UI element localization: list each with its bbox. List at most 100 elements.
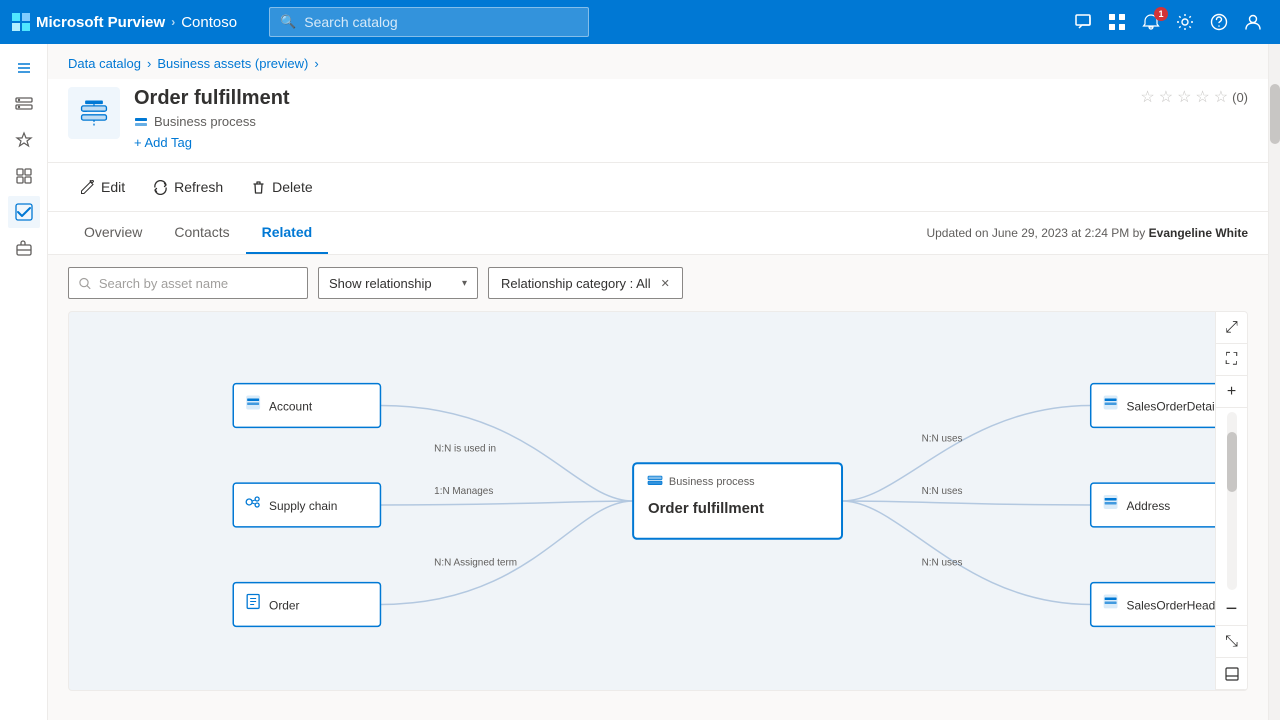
account-node-icon [246,396,260,410]
show-relationship-dropdown[interactable]: Show relationship ▾ [318,267,478,299]
star-1[interactable]: ☆ [1140,87,1154,107]
diagram-controls: ⤢ ⛶ + − ⤡ [1215,312,1247,690]
sidebar-item-management[interactable] [8,160,40,192]
filter-bar: Show relationship ▾ Relationship categor… [48,255,1268,311]
zoom-scrollbar [1227,412,1237,590]
sidebar-item-briefcase[interactable] [8,232,40,264]
order-node[interactable] [233,583,380,627]
breadcrumb-sep-1: › [147,56,151,71]
relationship-category-filter[interactable]: Relationship category : All ✕ [488,267,683,299]
top-nav: Microsoft Purview › Contoso 🔍 1 [0,0,1280,44]
asset-type-icon [134,115,148,129]
rating-count: (0) [1232,90,1248,105]
rating: ☆ ☆ ☆ ☆ ☆ (0) [1140,87,1248,107]
address-node-label: Address [1127,499,1171,513]
edit-icon [80,180,95,195]
asset-type: Business process [134,114,1140,129]
asset-search[interactable] [68,267,308,299]
edit-button[interactable]: Edit [68,173,137,201]
reset-diagram-button[interactable]: ⤡ [1216,626,1248,658]
zoom-in-button[interactable]: + [1216,376,1248,408]
global-search[interactable]: 🔍 [269,7,589,37]
star-5[interactable]: ☆ [1214,87,1228,107]
asset-header: Order fulfillment Business process + Add… [48,79,1268,163]
sidebar-item-quality[interactable] [8,196,40,228]
sales-detail-node-icon [1104,396,1118,410]
address-edge-label: N:N uses [922,486,963,497]
asset-search-input[interactable] [99,276,297,291]
search-icon: 🔍 [280,14,296,30]
panel-button[interactable] [1216,658,1248,690]
feedback-icon[interactable] [1068,9,1098,35]
order-node-label: Order [269,598,300,612]
refresh-label: Refresh [174,179,223,195]
profile-icon[interactable] [1238,9,1268,35]
add-tag-label: + Add Tag [134,135,192,150]
tabs: Overview Contacts Related Updated on Jun… [48,212,1268,255]
brand-logo[interactable]: Microsoft Purview › Contoso [12,13,237,31]
sales-detail-edge-label: N:N uses [922,433,963,444]
tab-group: Overview Contacts Related [68,212,328,254]
breadcrumb: Data catalog › Business assets (preview)… [48,44,1268,79]
account-edge-label: N:N is used in [434,443,496,454]
breadcrumb-data-catalog[interactable]: Data catalog [68,56,141,71]
edit-label: Edit [101,179,125,195]
business-process-icon [78,97,110,129]
address-node-icon [1104,495,1118,509]
asset-type-label: Business process [154,114,256,129]
show-relationship-label: Show relationship [329,276,432,291]
delete-icon [251,180,266,195]
apps-icon[interactable] [1102,9,1132,35]
sales-header-node-icon [1104,595,1118,609]
sidebar [0,44,48,720]
help-icon[interactable] [1204,9,1234,35]
category-close-icon[interactable]: ✕ [661,277,670,290]
sidebar-item-insights[interactable] [8,124,40,156]
brand-arrow: › [171,15,175,29]
tab-overview[interactable]: Overview [68,212,158,254]
sidebar-expand[interactable] [8,52,40,84]
main-layout: Data catalog › Business assets (preview)… [0,44,1280,720]
center-node-type: Business process [669,476,755,488]
settings-icon[interactable] [1170,9,1200,35]
supply-chain-edge-label: 1:N Manages [434,486,493,497]
diagram-svg: N:N is used in 1:N Manages N:N Assigned … [69,312,1247,690]
updated-by: Evangeline White [1149,226,1248,240]
asset-info: Order fulfillment Business process + Add… [134,87,1140,150]
purview-logo-icon [12,13,30,31]
order-edge-label: N:N Assigned term [434,558,517,569]
expand-diagram-button[interactable]: ⤢ [1216,312,1248,344]
zoom-out-button[interactable]: − [1216,594,1248,626]
search-input[interactable] [304,14,578,30]
tab-contacts[interactable]: Contacts [158,212,245,254]
notifications-icon[interactable]: 1 [1136,9,1166,35]
page-scrollbar[interactable] [1268,44,1280,720]
updated-info: Updated on June 29, 2023 at 2:24 PM by E… [926,214,1248,252]
supply-chain-node-label: Supply chain [269,499,337,513]
star-2[interactable]: ☆ [1159,87,1173,107]
panel-icon [1225,667,1239,681]
delete-label: Delete [272,179,312,195]
breadcrumb-business-assets[interactable]: Business assets (preview) [157,56,308,71]
add-tag-button[interactable]: + Add Tag [134,135,1140,150]
asset-search-icon [79,277,91,290]
star-4[interactable]: ☆ [1195,87,1209,107]
sales-header-edge-label: N:N uses [922,558,963,569]
account-node-label: Account [269,399,313,413]
main-content: Data catalog › Business assets (preview)… [48,44,1268,720]
sidebar-item-catalog[interactable] [8,88,40,120]
chevron-down-icon: ▾ [462,278,467,289]
zoom-thumb[interactable] [1227,432,1237,492]
category-label: Relationship category : All [501,276,651,291]
breadcrumb-sep-2: › [314,56,318,71]
notification-badge: 1 [1154,7,1168,21]
delete-button[interactable]: Delete [239,173,324,201]
toolbar: Edit Refresh Delete [48,163,1268,212]
tab-related[interactable]: Related [246,212,329,254]
star-3[interactable]: ☆ [1177,87,1191,107]
asset-title: Order fulfillment [134,87,1140,110]
fit-diagram-button[interactable]: ⛶ [1216,344,1248,376]
refresh-button[interactable]: Refresh [141,173,235,201]
page-scroll-thumb[interactable] [1270,84,1280,144]
nav-icons: 1 [1068,9,1268,35]
